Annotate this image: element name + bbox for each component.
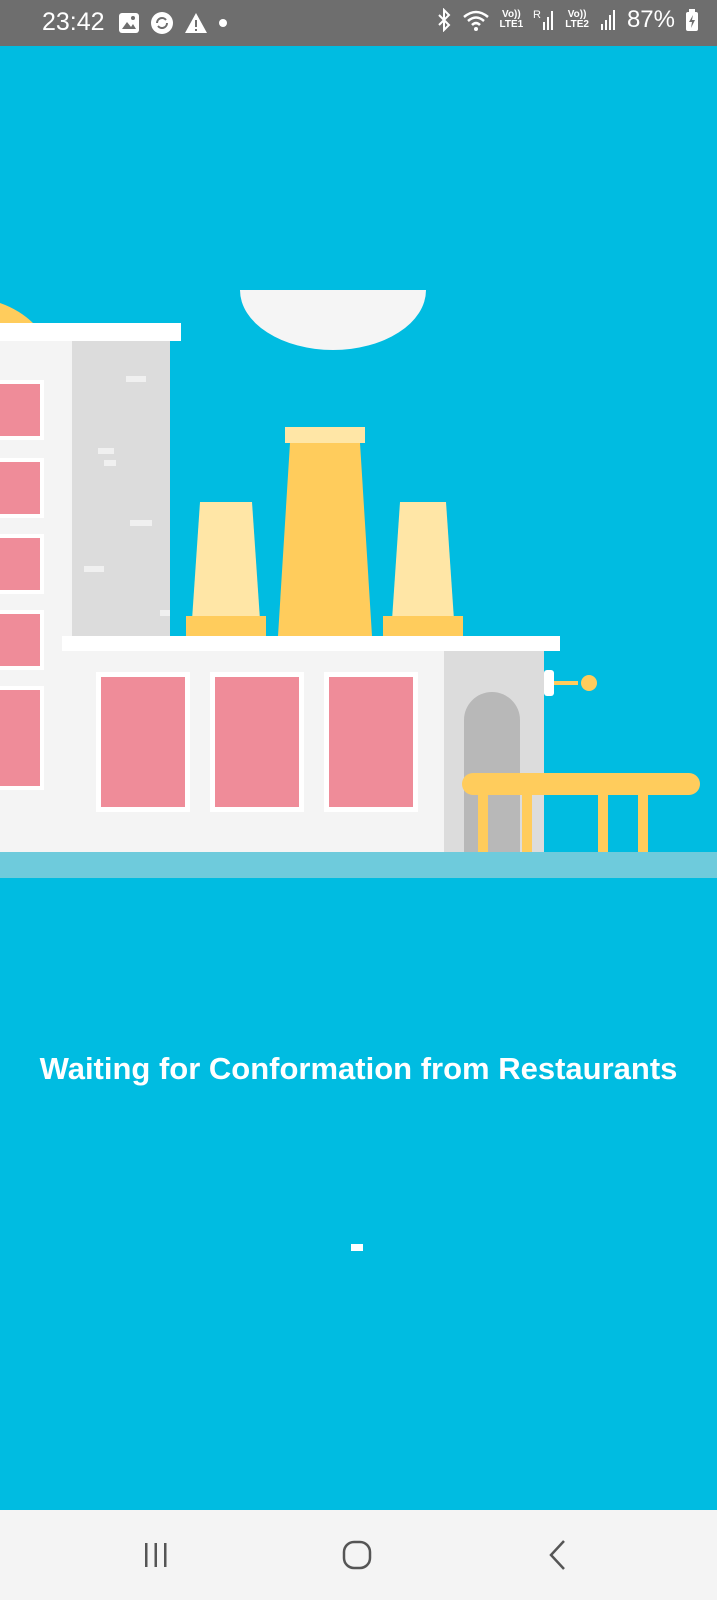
conveyor: [462, 773, 700, 795]
dot-icon: [219, 19, 227, 27]
warning-icon: [185, 13, 207, 33]
signal-icon: R: [533, 9, 554, 30]
recents-icon: [145, 1543, 167, 1567]
chimney-left: [192, 502, 260, 620]
dome-shape: [0, 303, 34, 324]
status-bar: 23:42 Vo)) LTE1 R Vo)) LTE2 87%: [0, 0, 717, 46]
sim2-label: Vo)) LTE2: [565, 9, 589, 30]
status-right: Vo)) LTE1 R Vo)) LTE2 87%: [436, 6, 699, 34]
nav-bar: [0, 1510, 717, 1600]
screen: 23:42 Vo)) LTE1 R Vo)) LTE2 87% Waiting …: [0, 0, 717, 1600]
chimney-center-top: [285, 427, 365, 443]
status-left-icons: [118, 11, 228, 35]
battery-icon: [686, 9, 698, 31]
chimney-right: [392, 502, 454, 620]
loading-indicator: [351, 1244, 363, 1251]
gallery-icon: [119, 13, 139, 33]
recents-button[interactable]: [96, 1510, 216, 1600]
home-button[interactable]: [297, 1510, 417, 1600]
sun-shape: [240, 290, 426, 350]
sim1-label: Vo)) LTE1: [499, 9, 524, 30]
back-icon: [549, 1540, 565, 1570]
back-button[interactable]: [498, 1510, 618, 1600]
tall-building-wall: [72, 341, 170, 641]
chimney-center: [278, 443, 372, 636]
sync-icon: [151, 12, 173, 34]
home-icon: [342, 1540, 372, 1570]
bluetooth-icon: [437, 8, 450, 32]
factory-illustration: [0, 290, 717, 878]
svg-text:R: R: [533, 9, 541, 21]
battery-percent: 87%: [626, 6, 675, 33]
signal-2-icon: [600, 10, 615, 30]
lower-building-roof: [62, 636, 560, 651]
wifi-icon: [462, 10, 489, 31]
ground: [0, 852, 717, 878]
status-time: 23:42: [42, 8, 105, 36]
loading-message: Waiting for Conformation from Restaurant…: [39, 1051, 678, 1086]
